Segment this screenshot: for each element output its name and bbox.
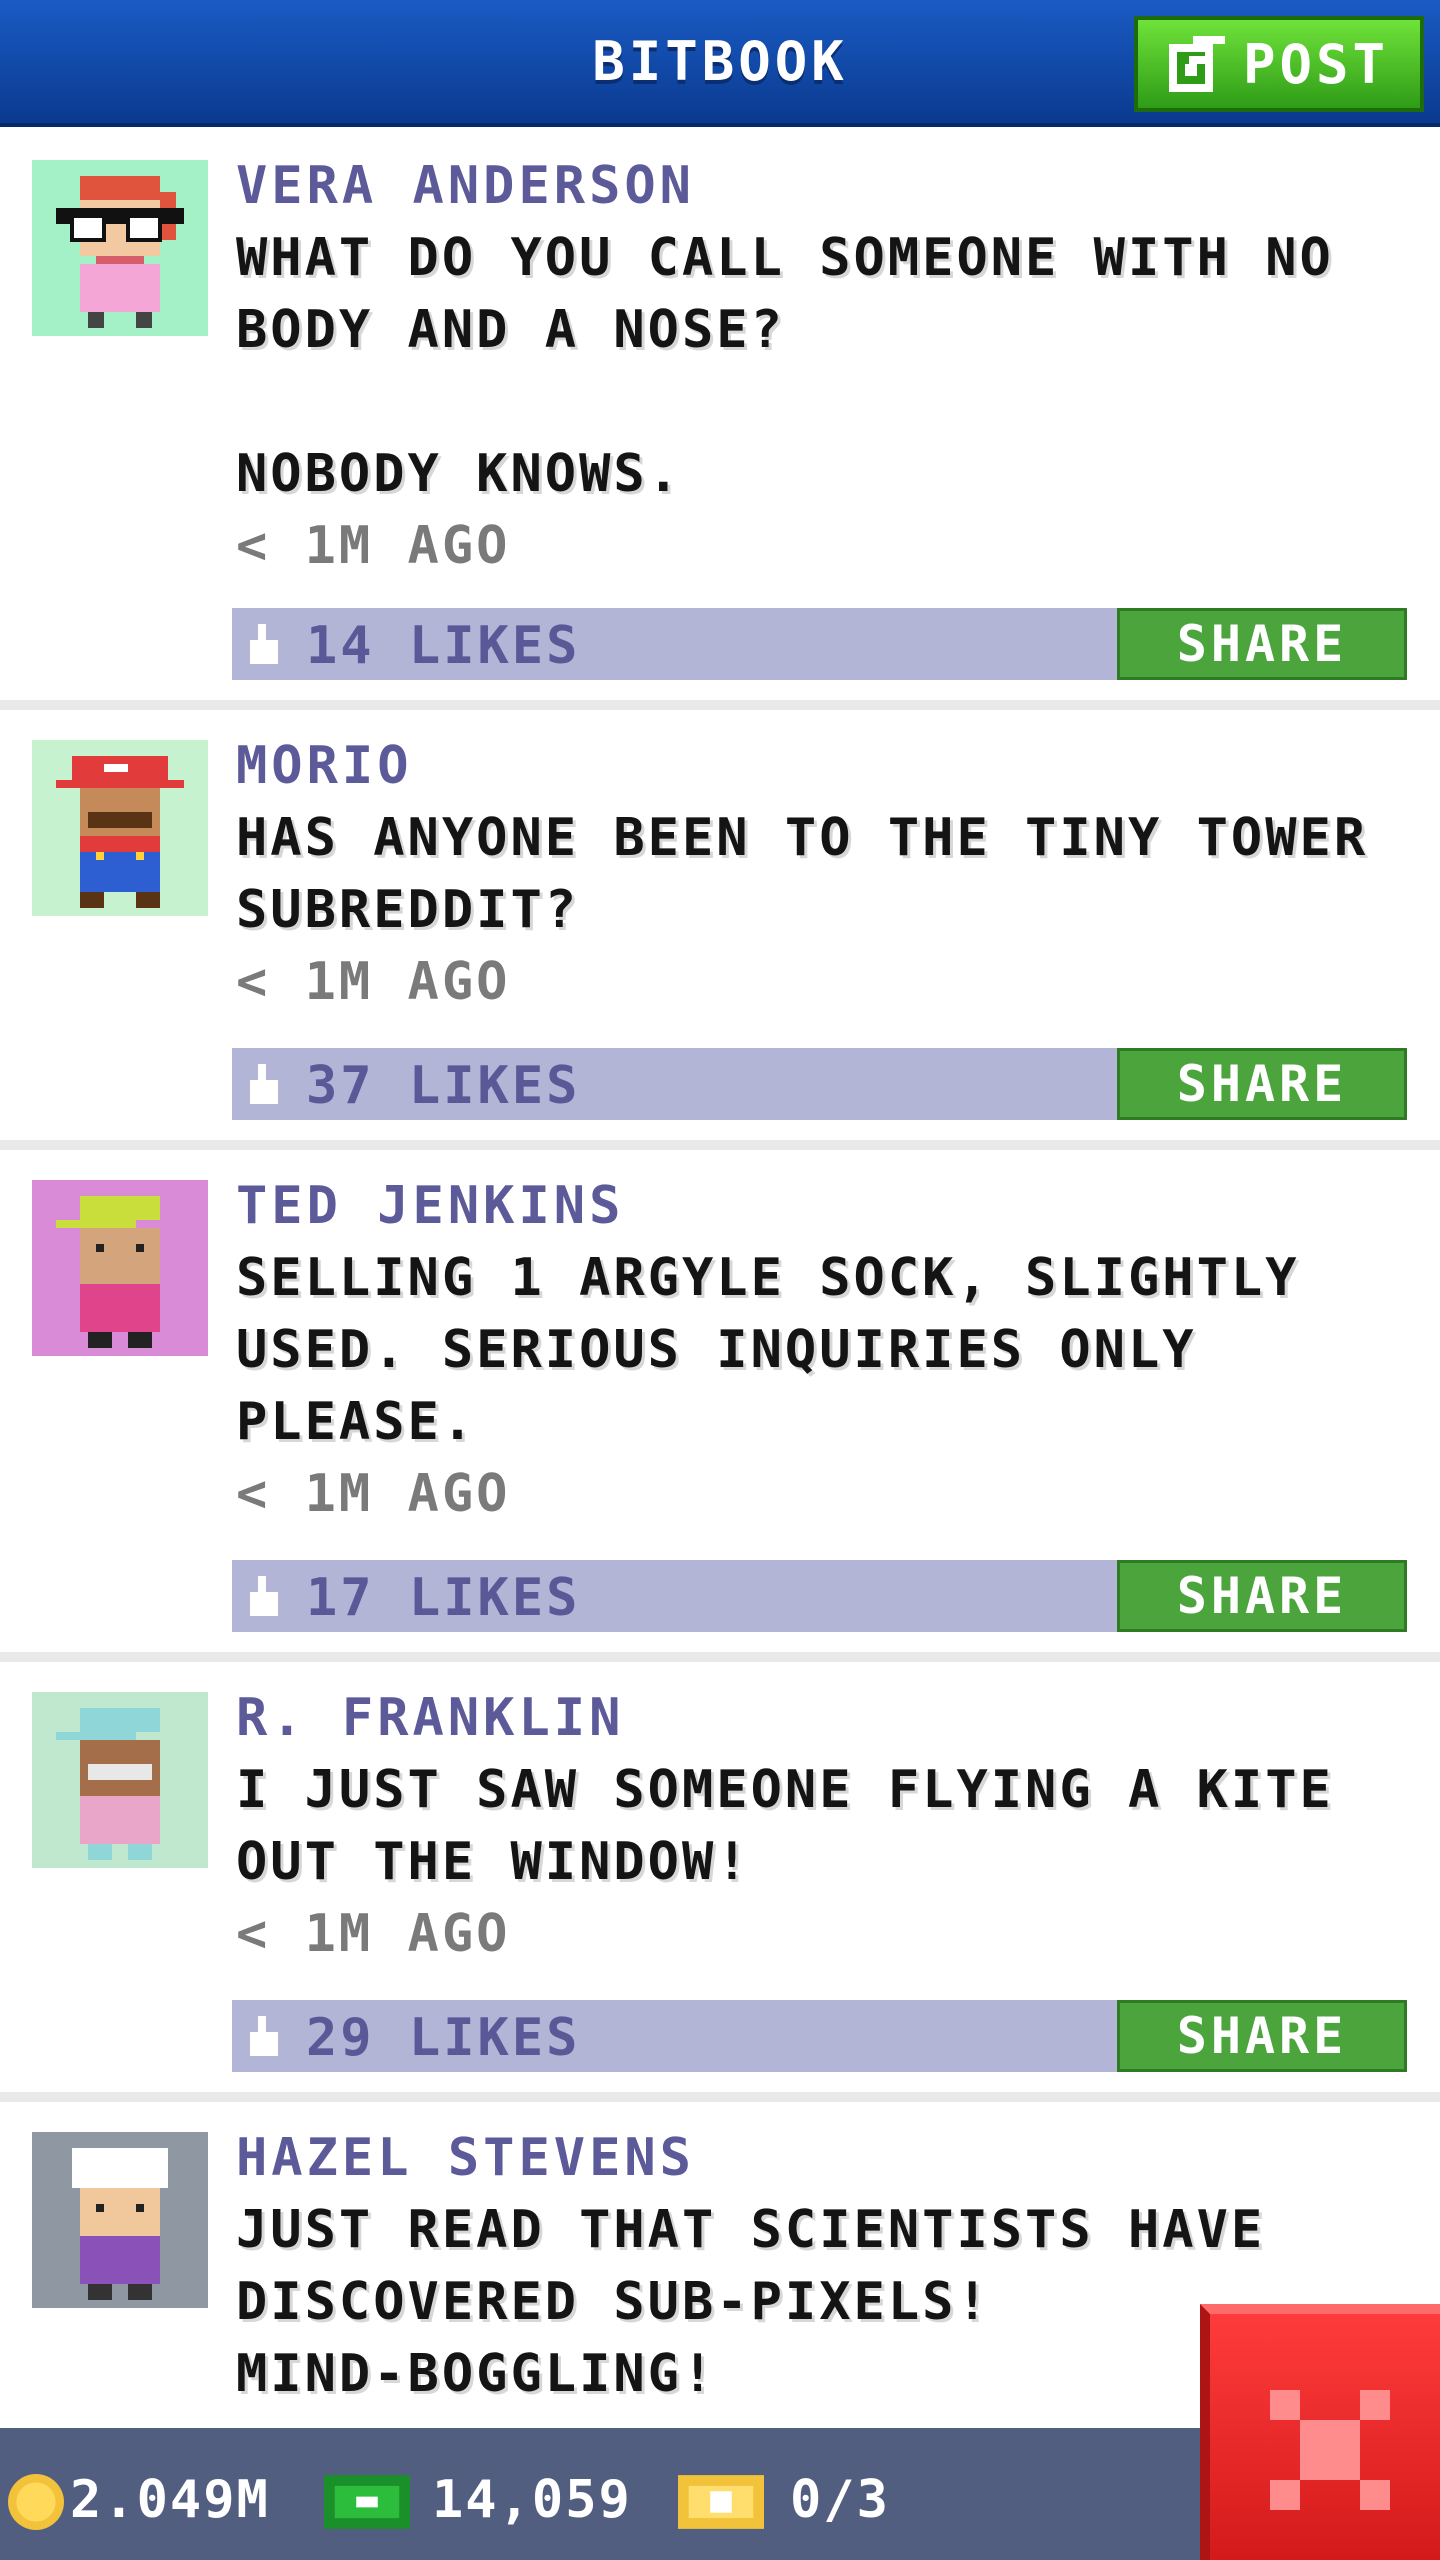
- character-icon: [56, 756, 184, 908]
- thumbs-up-icon[interactable]: [246, 1576, 282, 1616]
- ticket-icon: [678, 2475, 764, 2529]
- author-name[interactable]: HAZEL STEVENS: [236, 2122, 1426, 2194]
- post-message: HAS ANYONE BEEN TO THE TINY TOWER SUBRED…: [236, 808, 1369, 940]
- likes-count: 29 LIKES: [306, 2008, 581, 2068]
- avatar[interactable]: [32, 1692, 208, 1868]
- character-icon: [72, 2148, 168, 2300]
- post-item: TED JENKINS SELLING 1 ARGYLE SOCK, SLIGH…: [0, 1150, 1440, 1652]
- coins-value: 2.049M: [70, 2470, 270, 2530]
- compose-icon: [1168, 36, 1225, 92]
- author-name[interactable]: R. FRANKLIN: [236, 1682, 1426, 1754]
- bux-value: 14,059: [432, 2470, 632, 2530]
- author-name[interactable]: TED JENKINS: [236, 1170, 1426, 1242]
- close-icon: [1270, 2390, 1390, 2510]
- post-item: MORIO HAS ANYONE BEEN TO THE TINY TOWER …: [0, 710, 1440, 1140]
- close-button[interactable]: [1200, 2304, 1440, 2560]
- coin-icon: [8, 2474, 64, 2530]
- post-time: < 1M AGO: [236, 516, 511, 576]
- divider: [0, 1140, 1440, 1150]
- character-icon: [56, 176, 184, 328]
- post-time: < 1M AGO: [236, 1904, 511, 1964]
- author-name[interactable]: VERA ANDERSON: [236, 150, 1426, 222]
- avatar[interactable]: [32, 160, 208, 336]
- likes-count: 17 LIKES: [306, 1568, 581, 1628]
- share-button[interactable]: SHARE: [1117, 1560, 1407, 1632]
- author-name[interactable]: MORIO: [236, 730, 1426, 802]
- post-body: R. FRANKLIN I JUST SAW SOMEONE FLYING A …: [236, 1682, 1426, 1970]
- tickets-value: 0/3: [790, 2470, 890, 2530]
- post-body: TED JENKINS SELLING 1 ARGYLE SOCK, SLIGH…: [236, 1170, 1426, 1530]
- share-button[interactable]: SHARE: [1117, 2000, 1407, 2072]
- share-button[interactable]: SHARE: [1117, 608, 1407, 680]
- thumbs-up-icon[interactable]: [246, 1064, 282, 1104]
- post-message: SELLING 1 ARGYLE SOCK, SLIGHTLY USED. SE…: [236, 1248, 1300, 1452]
- post-item: R. FRANKLIN I JUST SAW SOMEONE FLYING A …: [0, 1662, 1440, 2092]
- divider: [0, 700, 1440, 710]
- likes-bar: 14 LIKES SHARE: [232, 608, 1407, 680]
- feed[interactable]: VERA ANDERSON WHAT DO YOU CALL SOMEONE W…: [0, 130, 1440, 2428]
- bux-icon: [324, 2475, 410, 2529]
- avatar[interactable]: [32, 740, 208, 916]
- post-message: I JUST SAW SOMEONE FLYING A KITE OUT THE…: [236, 1760, 1334, 1892]
- avatar[interactable]: [32, 1180, 208, 1356]
- divider: [0, 1652, 1440, 1662]
- avatar[interactable]: [32, 2132, 208, 2308]
- post-time: < 1M AGO: [236, 1464, 511, 1524]
- post-label: POST: [1242, 32, 1390, 96]
- share-button[interactable]: SHARE: [1117, 1048, 1407, 1120]
- post-time: < 1M AGO: [236, 952, 511, 1012]
- character-icon: [56, 1708, 160, 1860]
- likes-bar: 37 LIKES SHARE: [232, 1048, 1407, 1120]
- likes-bar: 17 LIKES SHARE: [232, 1560, 1407, 1632]
- thumbs-up-icon[interactable]: [246, 624, 282, 664]
- divider: [0, 2092, 1440, 2102]
- post-body: MORIO HAS ANYONE BEEN TO THE TINY TOWER …: [236, 730, 1426, 1018]
- post-message: WHAT DO YOU CALL SOMEONE WITH NO BODY AN…: [236, 228, 1334, 504]
- likes-count: 37 LIKES: [306, 1056, 581, 1116]
- thumbs-up-icon[interactable]: [246, 2016, 282, 2056]
- likes-count: 14 LIKES: [306, 616, 581, 676]
- post-item: VERA ANDERSON WHAT DO YOU CALL SOMEONE W…: [0, 130, 1440, 700]
- app-header: BITBOOK POST: [0, 0, 1440, 127]
- post-body: VERA ANDERSON WHAT DO YOU CALL SOMEONE W…: [236, 150, 1426, 582]
- post-button[interactable]: POST: [1134, 16, 1424, 112]
- likes-bar: 29 LIKES SHARE: [232, 2000, 1407, 2072]
- character-icon: [56, 1196, 160, 1348]
